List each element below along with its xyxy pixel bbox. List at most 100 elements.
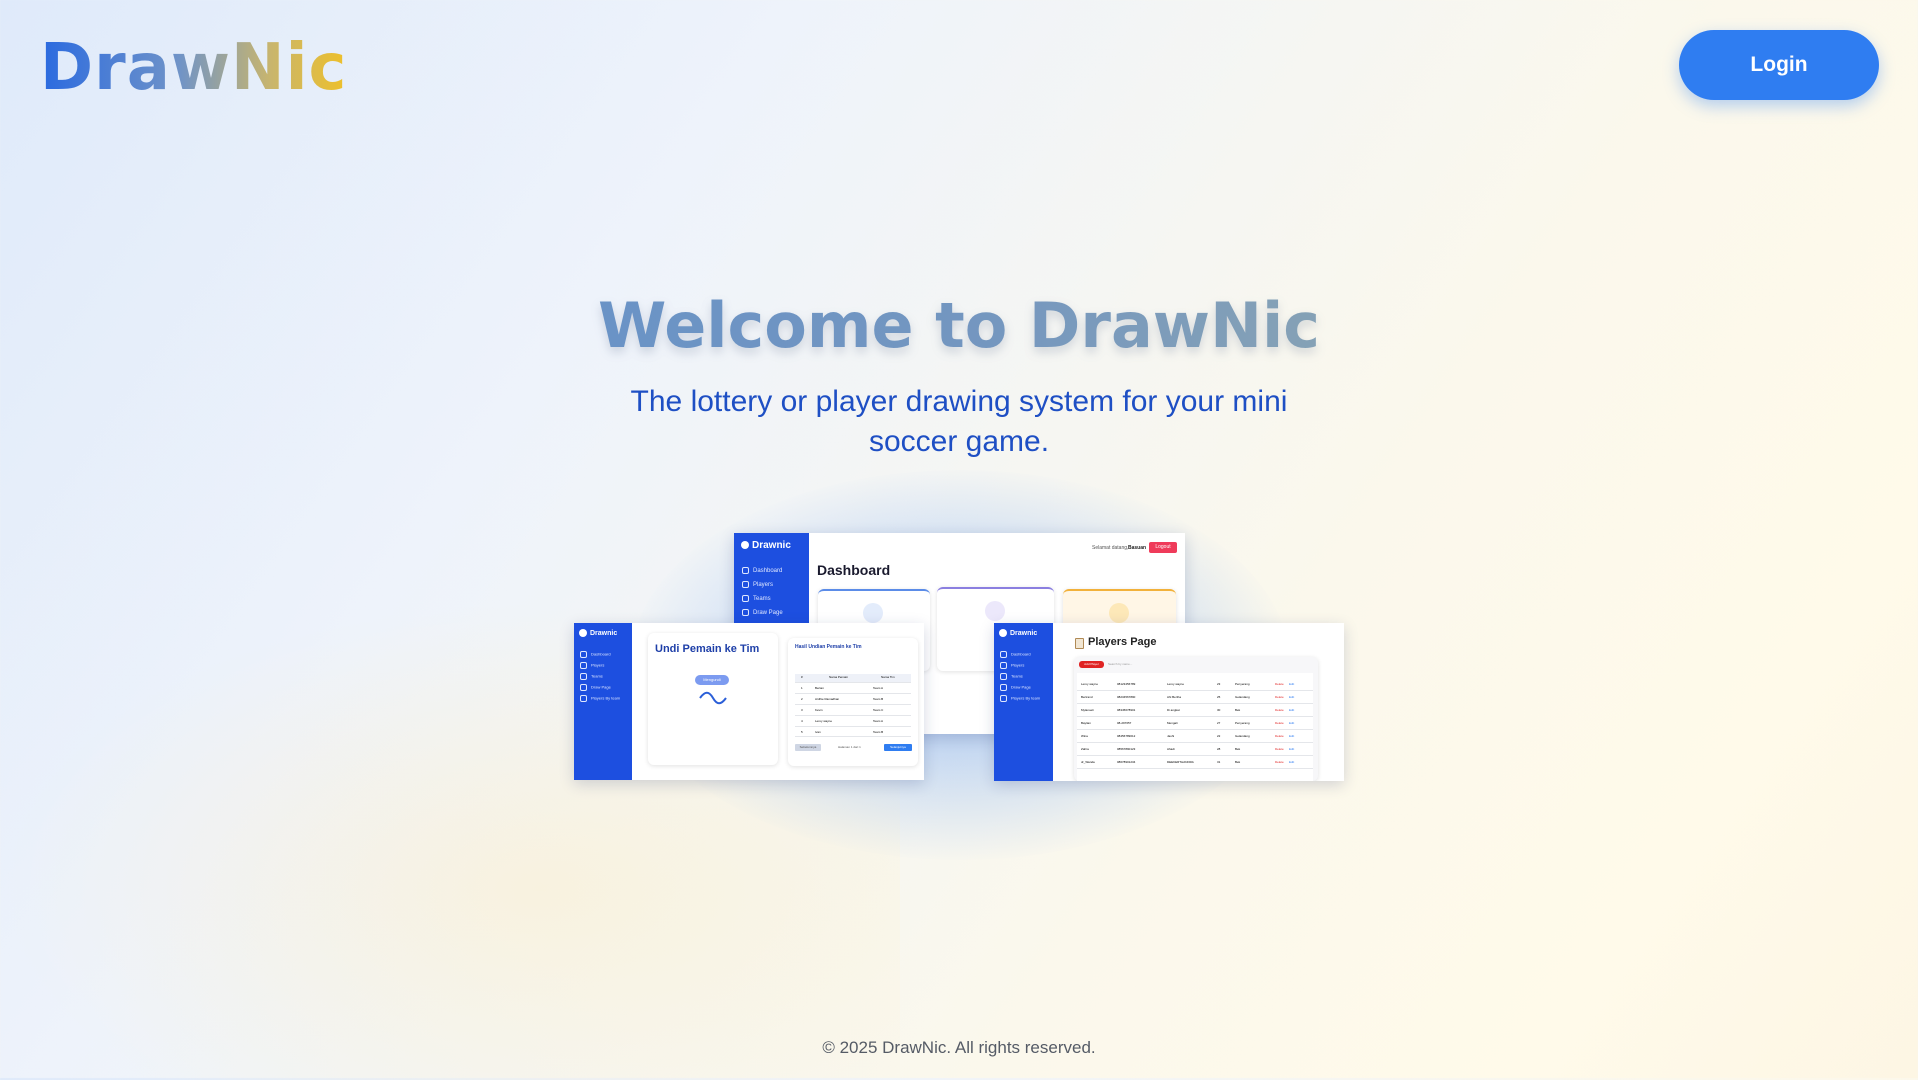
table-row: 3 Kevin Team C — [795, 706, 911, 716]
cell-position: Penyerang — [1235, 721, 1250, 725]
row-player: Kevin — [815, 708, 823, 712]
row-team: Team A — [873, 719, 884, 723]
nav-item: Teams — [742, 595, 771, 602]
cell-position: Gelandang — [1235, 734, 1250, 738]
row-team: Team A — [873, 686, 884, 690]
row-index: 2 — [801, 697, 803, 701]
cell-age: 27 — [1217, 721, 1221, 725]
delete-link: Delete — [1275, 695, 1284, 699]
nav-item: Players By team — [580, 695, 620, 702]
cell-name: Mylanoeli — [1081, 708, 1094, 712]
delete-link: Delete — [1275, 682, 1284, 686]
table-row: Leroy wayne 08123456789 Leroy wayne 23 P… — [1077, 679, 1313, 691]
edit-link: Edit — [1289, 747, 1295, 751]
nav-item: Players By team — [1000, 695, 1040, 702]
hero-title: Welcome to DrawNic — [0, 286, 1918, 366]
column-header: # — [801, 675, 803, 679]
prev-page-button: Sebelumnya — [795, 744, 821, 751]
cell-name: Zahra — [1081, 747, 1089, 751]
cell-position: Bek — [1235, 760, 1241, 764]
edit-link: Edit — [1289, 708, 1295, 712]
players-title: Players Page — [1088, 636, 1157, 648]
loading-wave-icon — [699, 691, 727, 705]
cell-nickname: Mengali — [1167, 721, 1178, 725]
cell-name: Wina — [1081, 734, 1088, 738]
column-header: Nama Tim — [881, 675, 895, 679]
cell-name: Leroy wayne — [1081, 682, 1099, 686]
row-index: 3 — [801, 708, 803, 712]
table-row: 4 Leroy wayne Team A — [795, 717, 911, 727]
dashboard-brand: Drawnic — [741, 540, 791, 551]
row-team: Team B — [873, 697, 884, 701]
cell-nickname: Di angkat — [1167, 708, 1180, 712]
dashboard-title: Dashboard — [817, 562, 891, 578]
cell-phone: 08345678901 — [1117, 708, 1136, 712]
delete-link: Delete — [1275, 747, 1284, 751]
footer-copyright: © 2025 DrawNic. All rights reserved. — [822, 1038, 1096, 1057]
cell-nickname: DEEKERTHANDRA — [1167, 760, 1194, 764]
cell-age: 23 — [1217, 682, 1221, 686]
nav-item: Dashboard — [742, 567, 782, 574]
row-team: Team C — [873, 708, 884, 712]
draw-sidebar: Drawnic Dashboard Players Teams Draw Pag… — [574, 623, 632, 780]
nav-item: Draw Page — [580, 684, 611, 691]
cell-nickname: Leroy wayne — [1167, 682, 1185, 686]
delete-link: Delete — [1275, 721, 1284, 725]
table-row: 5 Ivan Team B — [795, 728, 911, 737]
login-button[interactable]: Login — [1679, 30, 1879, 100]
cell-age: 25 — [1217, 695, 1221, 699]
logout-button: Logout — [1149, 542, 1177, 553]
table-row: Zahra 08567890123 Ahadi 28 Bek Delete Ed… — [1077, 744, 1313, 756]
table-row: Bertrand 08234567890 Ahi Bertha 25 Gelan… — [1077, 692, 1313, 704]
nav-item: Teams — [1000, 673, 1023, 680]
cell-phone: 08123456789 — [1117, 682, 1136, 686]
nav-item: Teams — [580, 673, 603, 680]
result-header: # Nama Pemain Nama Tim — [795, 674, 911, 683]
user-icon — [863, 603, 883, 623]
draw-card-title: Undi Pemain ke Tim — [655, 643, 760, 655]
hero-subtitle: The lottery or player drawing system for… — [630, 385, 1288, 458]
delete-link: Delete — [1275, 734, 1284, 738]
site-logo[interactable]: DrawNic — [40, 30, 347, 106]
clipboard-icon — [1075, 638, 1084, 649]
row-index: 1 — [801, 686, 803, 690]
cell-phone: 08456789012 — [1117, 734, 1136, 738]
result-table: # Nama Pemain Nama Tim 1 Bertan Team A 2… — [795, 674, 911, 737]
result-title: Hasil Undian Pemain ke Tim — [795, 644, 862, 650]
draw-result-card: Hasil Undian Pemain ke Tim # Nama Pemain… — [788, 638, 918, 766]
nav-item: Draw Page — [1000, 684, 1031, 691]
cell-age: 28 — [1217, 747, 1221, 751]
page-indicator: Halaman 1 dari 1 — [838, 745, 861, 749]
delete-link: Delete — [1275, 708, 1284, 712]
cell-phone: 08678901234 — [1117, 760, 1136, 764]
greeting-name: Basuan — [1128, 545, 1147, 551]
delete-link: Delete — [1275, 760, 1284, 764]
nav-item: Dashboard — [580, 651, 611, 658]
players-table: Leroy wayne 08123456789 Leroy wayne 23 P… — [1077, 673, 1313, 781]
add-player-button: Add Player — [1079, 661, 1104, 668]
players-brand: Drawnic — [999, 629, 1037, 637]
cell-nickname: Ahi Bertha — [1167, 695, 1182, 699]
edit-link: Edit — [1289, 760, 1295, 764]
greeting-prefix: Selamat datang, — [1092, 545, 1129, 551]
trophy-icon — [1109, 603, 1129, 623]
row-index: 4 — [801, 719, 803, 723]
next-page-button: Selanjutnya — [884, 744, 912, 751]
cell-position: Gelandang — [1235, 695, 1250, 699]
row-player: Bertan — [815, 686, 824, 690]
draw-page-preview: Drawnic Dashboard Players Teams Draw Pag… — [574, 623, 924, 780]
row-index: 5 — [801, 730, 803, 734]
cell-name: dr_Wanda — [1081, 760, 1095, 764]
cell-position: Penyerang — [1235, 682, 1250, 686]
table-row: Mylanoeli 08345678901 Di angkat 30 Bek D… — [1077, 705, 1313, 717]
players-table-card: Add Player Search by name... Leroy wayne… — [1074, 657, 1318, 781]
team-icon — [985, 601, 1005, 621]
nav-item: Players — [580, 662, 604, 669]
cell-age: 31 — [1217, 760, 1221, 764]
table-row: 1 Bertan Team A — [795, 684, 911, 694]
draw-card: Undi Pemain ke Tim Mengundi — [648, 633, 778, 765]
table-row: Baylian 08-297657 Mengali 27 Penyerang D… — [1077, 718, 1313, 730]
cell-phone: 08234567890 — [1117, 695, 1136, 699]
table-row: Wina 08456789012 Jauhi 22 Gelandang Dele… — [1077, 731, 1313, 743]
cell-nickname: Ahadi — [1167, 747, 1175, 751]
